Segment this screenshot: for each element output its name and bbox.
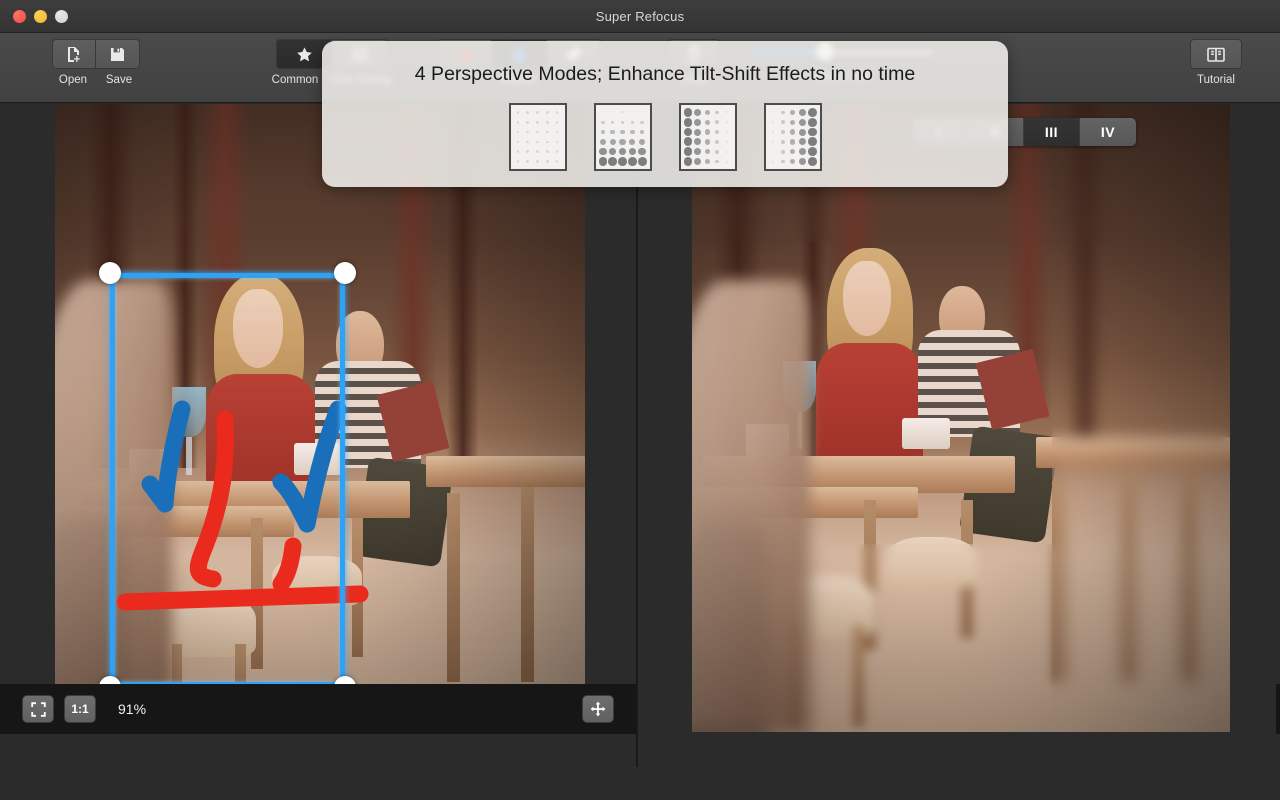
tutorial-button[interactable] (1190, 39, 1242, 69)
source-canvas[interactable] (55, 104, 585, 732)
mode-thumb-3[interactable] (679, 103, 737, 171)
zoom-level-value: 91% (118, 701, 146, 717)
star-icon (296, 46, 313, 63)
perspective-modes-overlay: 4 Perspective Modes; Enhance Tilt-Shift … (322, 41, 1008, 187)
mode-thumb-4[interactable] (764, 103, 822, 171)
perspective-tab-3[interactable]: III (1024, 118, 1080, 146)
blur-region-right (1052, 104, 1230, 732)
mode-thumb-1[interactable] (509, 103, 567, 171)
app-window: Super Refocus (0, 0, 1280, 800)
open-book-icon (1206, 46, 1226, 63)
floppy-disk-icon (109, 46, 126, 63)
overlay-message: 4 Perspective Modes; Enhance Tilt-Shift … (415, 63, 915, 86)
mode-thumbnails (509, 103, 822, 171)
file-group: Open Save (50, 39, 142, 87)
selection-handle-top-right[interactable] (334, 262, 356, 284)
selection-rectangle[interactable] (110, 273, 345, 687)
source-bottom-bar: 1:1 91% (0, 684, 636, 734)
result-bottom-bar: Blur Level : Sharpen Sharpness (1276, 684, 1280, 734)
title-bar: Super Refocus (0, 0, 1280, 33)
common-label: Common (266, 73, 324, 87)
window-title: Super Refocus (0, 9, 1280, 24)
fit-to-screen-icon (31, 702, 46, 717)
tutorial-label: Tutorial (1186, 73, 1246, 87)
open-button[interactable] (52, 39, 96, 69)
move-arrows-icon (590, 701, 606, 717)
result-photo (692, 104, 1230, 732)
mode-thumb-2[interactable] (594, 103, 652, 171)
perspective-tab-4[interactable]: IV (1080, 118, 1136, 146)
result-canvas[interactable]: I II III IV (692, 104, 1230, 732)
footer-strip (0, 767, 1280, 800)
pan-tool-button[interactable] (582, 695, 614, 723)
open-label: Open (50, 73, 96, 87)
workspace: 1:1 91% (0, 104, 1280, 800)
actual-size-button[interactable]: 1:1 (64, 695, 96, 723)
selection-handle-top-left[interactable] (99, 262, 121, 284)
fit-to-screen-button[interactable] (22, 695, 54, 723)
result-pane: I II III IV Blur Level : Sharpen (638, 104, 1280, 767)
tutorial-group: Tutorial (1186, 39, 1246, 87)
save-label: Save (96, 73, 142, 87)
save-button[interactable] (96, 39, 140, 69)
document-add-icon (65, 45, 83, 63)
source-pane: 1:1 91% (0, 104, 636, 767)
